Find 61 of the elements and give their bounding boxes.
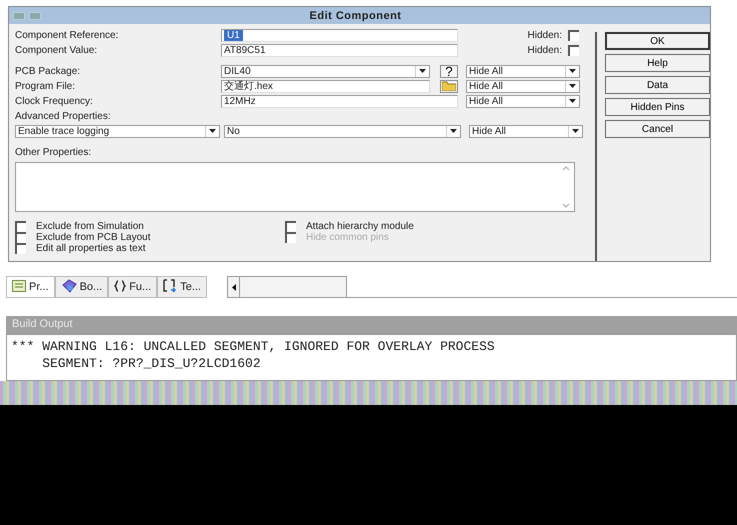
- window-icon: [13, 12, 25, 20]
- field-label: Component Reference:: [15, 30, 120, 40]
- dropdown-arrow-icon: [568, 126, 582, 136]
- dropdown-arrow-icon: [446, 126, 460, 136]
- checkbox[interactable]: [568, 44, 579, 56]
- checkbox[interactable]: [568, 30, 579, 40]
- dropdown-arrow-icon: [415, 66, 429, 76]
- section-label: Other Properties:: [15, 146, 92, 158]
- text-field[interactable]: 12MHz: [221, 94, 458, 108]
- output-line: SEGMENT: ?PR?_DIS_U?2LCD1602: [41, 355, 262, 372]
- checkbox[interactable]: [15, 232, 26, 243]
- window-title: Edit Component: [308, 10, 402, 22]
- visibility-dropdown[interactable]: Hide All: [469, 124, 583, 138]
- dropdown-arrow-icon: [565, 66, 579, 76]
- braces-icon: [114, 280, 126, 294]
- properties-text-area[interactable]: [15, 162, 575, 212]
- field-label: Clock Frequency:: [15, 96, 94, 106]
- panel-tab[interactable]: Bo...: [54, 276, 108, 298]
- field-label: PCB Package:: [15, 66, 82, 76]
- hidden-label: Hidden:: [528, 44, 562, 56]
- panel-tab[interactable]: Pr...: [6, 276, 55, 298]
- value-dropdown[interactable]: No: [224, 124, 461, 138]
- dialog-button[interactable]: Hidden Pins: [605, 98, 710, 116]
- package-dropdown[interactable]: DIL40: [221, 64, 430, 78]
- help-button[interactable]: ?: [440, 64, 458, 78]
- dropdown-arrow-icon: [565, 96, 579, 106]
- section-label: Advanced Properties:: [15, 110, 112, 122]
- dropdown-arrow-icon: [205, 126, 219, 136]
- checkbox[interactable]: [15, 243, 26, 254]
- checkbox-label: Hide common pins: [306, 232, 389, 243]
- visibility-dropdown[interactable]: Hide All: [466, 64, 580, 78]
- file-field[interactable]: 交通灯.hex: [221, 80, 430, 92]
- window-icon: [29, 12, 41, 20]
- diamond-icon: [60, 278, 77, 296]
- output-line: *** WARNING L16: UNCALLED SEGMENT, IGNORED FOR OVERLAY PROCESS: [11, 338, 496, 355]
- checkbox-label: Edit all properties as text: [36, 243, 146, 254]
- field-label: Program File:: [15, 80, 76, 92]
- hidden-label: Hidden:: [528, 30, 562, 40]
- panel-tab[interactable]: Te...: [157, 276, 207, 298]
- bracket-arrow-icon: [163, 278, 178, 296]
- field-label: Component Value:: [15, 44, 98, 56]
- panel-tab[interactable]: Fu...: [108, 276, 158, 298]
- visibility-dropdown[interactable]: Hide All: [466, 80, 580, 92]
- checkbox[interactable]: [15, 221, 26, 232]
- dialog-button[interactable]: OK: [605, 32, 710, 50]
- dropdown-arrow-icon: [565, 80, 579, 92]
- list-icon: [12, 280, 26, 294]
- checkbox-label: Exclude from PCB Layout: [36, 232, 150, 243]
- panel-header: Build Output: [6, 316, 737, 334]
- text-field[interactable]: AT89C51: [221, 44, 458, 56]
- dialog-button[interactable]: Data: [605, 76, 710, 94]
- visibility-dropdown[interactable]: Hide All: [466, 94, 580, 108]
- dialog-button[interactable]: Help: [605, 54, 710, 72]
- text-field[interactable]: U1: [221, 28, 458, 42]
- property-dropdown[interactable]: Enable trace logging: [15, 124, 220, 138]
- checkbox-label: Attach hierarchy module: [306, 221, 414, 232]
- horizontal-scrollbar[interactable]: [227, 276, 347, 298]
- folder-icon[interactable]: [440, 80, 458, 92]
- checkbox-label: Exclude from Simulation: [36, 221, 144, 232]
- checkbox[interactable]: [285, 221, 296, 232]
- dialog-button[interactable]: Cancel: [605, 120, 710, 138]
